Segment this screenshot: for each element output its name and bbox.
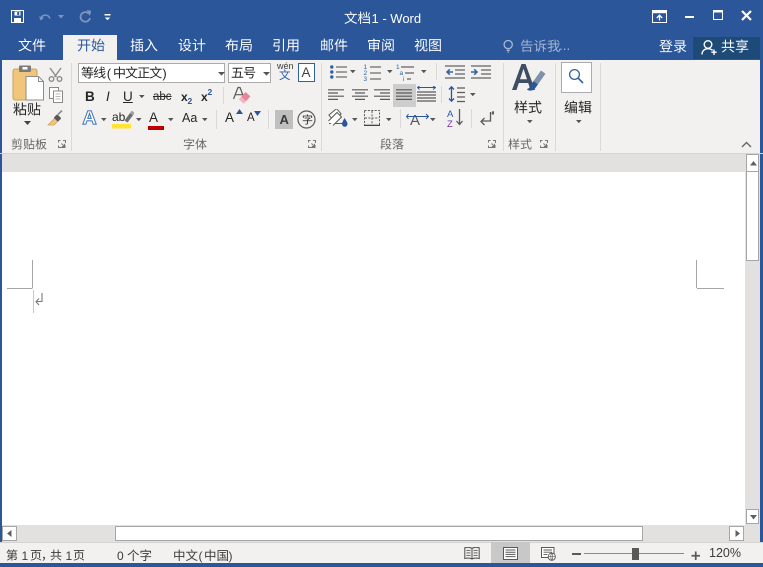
svg-text:Z: Z	[447, 119, 453, 128]
svg-text:3: 3	[364, 76, 368, 81]
svg-text:ab: ab	[112, 110, 126, 124]
svg-text:i: i	[403, 76, 404, 81]
svg-text:A: A	[410, 112, 420, 127]
